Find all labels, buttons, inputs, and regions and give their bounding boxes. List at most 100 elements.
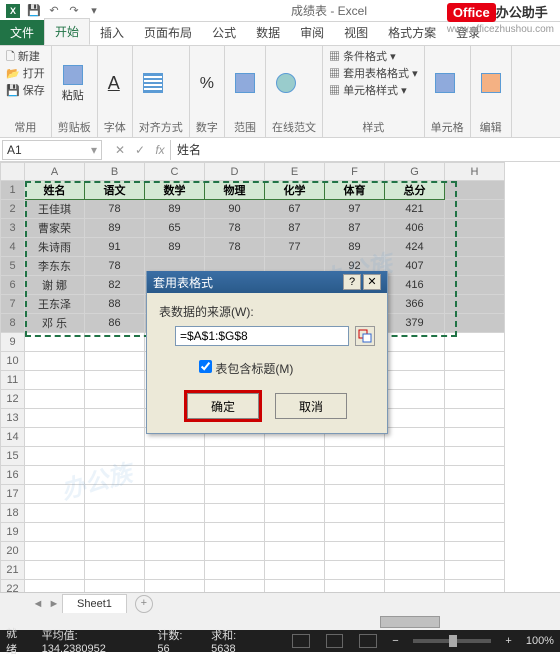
cell[interactable]: [385, 333, 445, 352]
cell[interactable]: 86: [85, 314, 145, 333]
header-checkbox-row[interactable]: 表包含标题(M): [199, 360, 375, 377]
tab-insert[interactable]: 插入: [90, 20, 134, 45]
cell[interactable]: [265, 447, 325, 466]
range-selector-icon[interactable]: [355, 326, 375, 346]
cell[interactable]: [205, 580, 265, 593]
sheet-tab[interactable]: Sheet1: [62, 594, 127, 613]
cell[interactable]: 王佳琪: [25, 200, 85, 219]
tab-file[interactable]: 文件: [0, 20, 44, 45]
cell[interactable]: 379: [385, 314, 445, 333]
row-header[interactable]: 17: [1, 485, 25, 504]
cell[interactable]: [85, 352, 145, 371]
cell[interactable]: [205, 542, 265, 561]
save-button[interactable]: 💾 保存: [6, 84, 45, 99]
cell[interactable]: [265, 561, 325, 580]
cell[interactable]: [85, 561, 145, 580]
cell[interactable]: [385, 352, 445, 371]
cell[interactable]: [205, 466, 265, 485]
row-header[interactable]: 5: [1, 257, 25, 276]
cell[interactable]: 总分: [385, 181, 445, 200]
cell[interactable]: [325, 561, 385, 580]
fx-icon[interactable]: fx: [150, 143, 170, 157]
cell[interactable]: [145, 542, 205, 561]
cell[interactable]: [325, 447, 385, 466]
cell[interactable]: 67: [265, 200, 325, 219]
number-button[interactable]: %: [196, 73, 218, 95]
cell[interactable]: [85, 466, 145, 485]
cell[interactable]: [265, 466, 325, 485]
cell[interactable]: 体育: [325, 181, 385, 200]
close-icon[interactable]: ✕: [363, 274, 381, 290]
cell[interactable]: [445, 276, 505, 295]
cell[interactable]: [25, 504, 85, 523]
source-input[interactable]: [175, 326, 349, 346]
cell[interactable]: [85, 428, 145, 447]
cell[interactable]: 89: [145, 238, 205, 257]
cell[interactable]: [325, 485, 385, 504]
cell[interactable]: [445, 333, 505, 352]
col-header[interactable]: G: [385, 163, 445, 181]
cell[interactable]: [325, 466, 385, 485]
enter-icon[interactable]: ✓: [130, 143, 150, 157]
cell[interactable]: [145, 466, 205, 485]
cell[interactable]: 87: [325, 219, 385, 238]
cell-style-button[interactable]: ▦ 单元格样式 ▾: [329, 84, 407, 99]
cell[interactable]: [385, 561, 445, 580]
cell[interactable]: [385, 542, 445, 561]
cell[interactable]: [265, 523, 325, 542]
row-header[interactable]: 8: [1, 314, 25, 333]
cell[interactable]: 90: [205, 200, 265, 219]
name-box[interactable]: A1▾: [2, 140, 102, 160]
cell[interactable]: [445, 485, 505, 504]
scroll-thumb[interactable]: [380, 616, 440, 628]
zoom-plus-icon[interactable]: +: [505, 635, 511, 647]
cell[interactable]: [445, 200, 505, 219]
cell[interactable]: [325, 580, 385, 593]
tab-review[interactable]: 审阅: [290, 20, 334, 45]
redo-icon[interactable]: ↷: [65, 2, 83, 20]
view-normal-icon[interactable]: [292, 634, 310, 648]
cell[interactable]: [85, 523, 145, 542]
cell[interactable]: [445, 580, 505, 593]
col-header[interactable]: C: [145, 163, 205, 181]
cell[interactable]: [445, 447, 505, 466]
cell[interactable]: 姓名: [25, 181, 85, 200]
cell[interactable]: [445, 352, 505, 371]
cell[interactable]: [25, 371, 85, 390]
cell[interactable]: 曹家荣: [25, 219, 85, 238]
cell[interactable]: [445, 542, 505, 561]
cell[interactable]: [385, 371, 445, 390]
cell[interactable]: 89: [85, 219, 145, 238]
ok-button[interactable]: 确定: [187, 393, 259, 419]
row-header[interactable]: 11: [1, 371, 25, 390]
tab-dev[interactable]: 格式方案: [378, 20, 446, 45]
cell[interactable]: [445, 409, 505, 428]
col-header[interactable]: D: [205, 163, 265, 181]
row-header[interactable]: 15: [1, 447, 25, 466]
select-all[interactable]: [1, 163, 25, 181]
cell[interactable]: [445, 257, 505, 276]
help-icon[interactable]: ?: [343, 274, 361, 290]
cell[interactable]: [445, 523, 505, 542]
new-button[interactable]: 🗋 新建: [6, 50, 40, 65]
cell[interactable]: 王东泽: [25, 295, 85, 314]
cell[interactable]: 65: [145, 219, 205, 238]
tab-formula[interactable]: 公式: [202, 20, 246, 45]
cell[interactable]: [445, 219, 505, 238]
cell[interactable]: 化学: [265, 181, 325, 200]
cell[interactable]: 406: [385, 219, 445, 238]
row-header[interactable]: 6: [1, 276, 25, 295]
row-header[interactable]: 7: [1, 295, 25, 314]
formula-input[interactable]: 姓名: [170, 140, 560, 160]
cell[interactable]: [205, 485, 265, 504]
cell[interactable]: 77: [265, 238, 325, 257]
cell[interactable]: 物理: [205, 181, 265, 200]
row-header[interactable]: 19: [1, 523, 25, 542]
cell[interactable]: [25, 390, 85, 409]
cancel-icon[interactable]: ✕: [110, 143, 130, 157]
cell[interactable]: [445, 504, 505, 523]
row-header[interactable]: 10: [1, 352, 25, 371]
undo-icon[interactable]: ↶: [45, 2, 63, 20]
row-header[interactable]: 3: [1, 219, 25, 238]
row-header[interactable]: 21: [1, 561, 25, 580]
